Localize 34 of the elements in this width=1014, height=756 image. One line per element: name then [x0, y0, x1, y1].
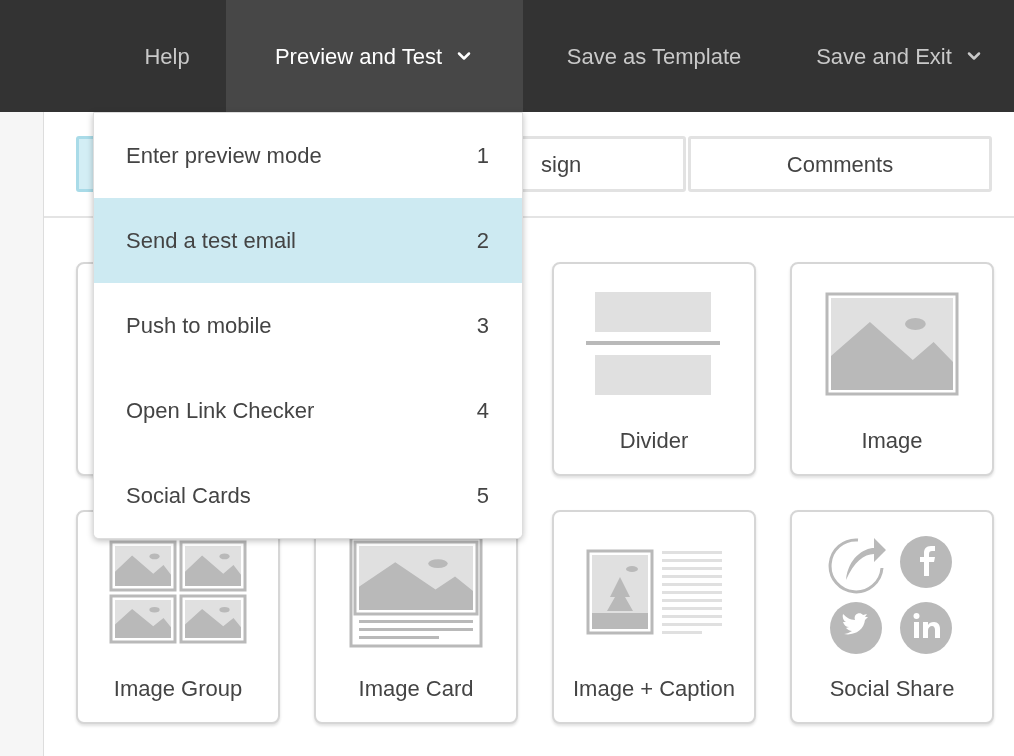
dropdown-menu-item[interactable]: Send a test email 2	[94, 198, 522, 283]
shortcut-key: 3	[476, 309, 489, 342]
block-label: Divider	[619, 427, 689, 455]
menu-item-label: Push to mobile	[126, 312, 272, 340]
image-caption-icon	[586, 549, 722, 635]
shortcut-key: 4	[476, 394, 489, 427]
nav-menu-button[interactable]: Save as Template	[523, 0, 785, 112]
menu-item-label: Open Link Checker	[126, 397, 315, 425]
content-block-card[interactable]: Image	[790, 262, 994, 476]
dropdown-menu-item[interactable]: Open Link Checker 4	[94, 368, 522, 453]
shortcut-key: 2	[476, 224, 489, 257]
menu-item-label: Enter preview mode	[126, 142, 322, 170]
image-icon	[825, 292, 959, 396]
content-block-card[interactable]: Image + Caption	[552, 510, 756, 724]
block-label: Image + Caption	[572, 675, 735, 703]
divider-icon	[586, 292, 722, 396]
content-block-card[interactable]: Divider	[552, 262, 756, 476]
shortcut-key: 1	[476, 139, 489, 172]
menu-item-label: Social Cards	[126, 482, 251, 510]
shortcut-key: 5	[476, 479, 489, 512]
content-block-card[interactable]: Social Share	[790, 510, 994, 724]
menu-item-label: Send a test email	[126, 227, 296, 255]
block-label: Image	[861, 427, 923, 455]
block-label: Image Card	[358, 675, 474, 703]
tab[interactable]: Comments	[688, 136, 992, 192]
dropdown-menu-item[interactable]: Social Cards 5	[94, 453, 522, 538]
block-label: Image Group	[113, 675, 243, 703]
nav-menu-button[interactable]: Save and Exit	[785, 0, 1014, 112]
dropdown-menu-item[interactable]: Enter preview mode 1	[94, 113, 522, 198]
dropdown-menu-item[interactable]: Push to mobile 3	[94, 283, 522, 368]
nav-menu-button[interactable]: Preview and Test	[226, 0, 523, 112]
nav-menu-button[interactable]: Help	[108, 0, 226, 112]
block-label: Social Share	[829, 675, 955, 703]
image-group-icon	[109, 540, 247, 644]
